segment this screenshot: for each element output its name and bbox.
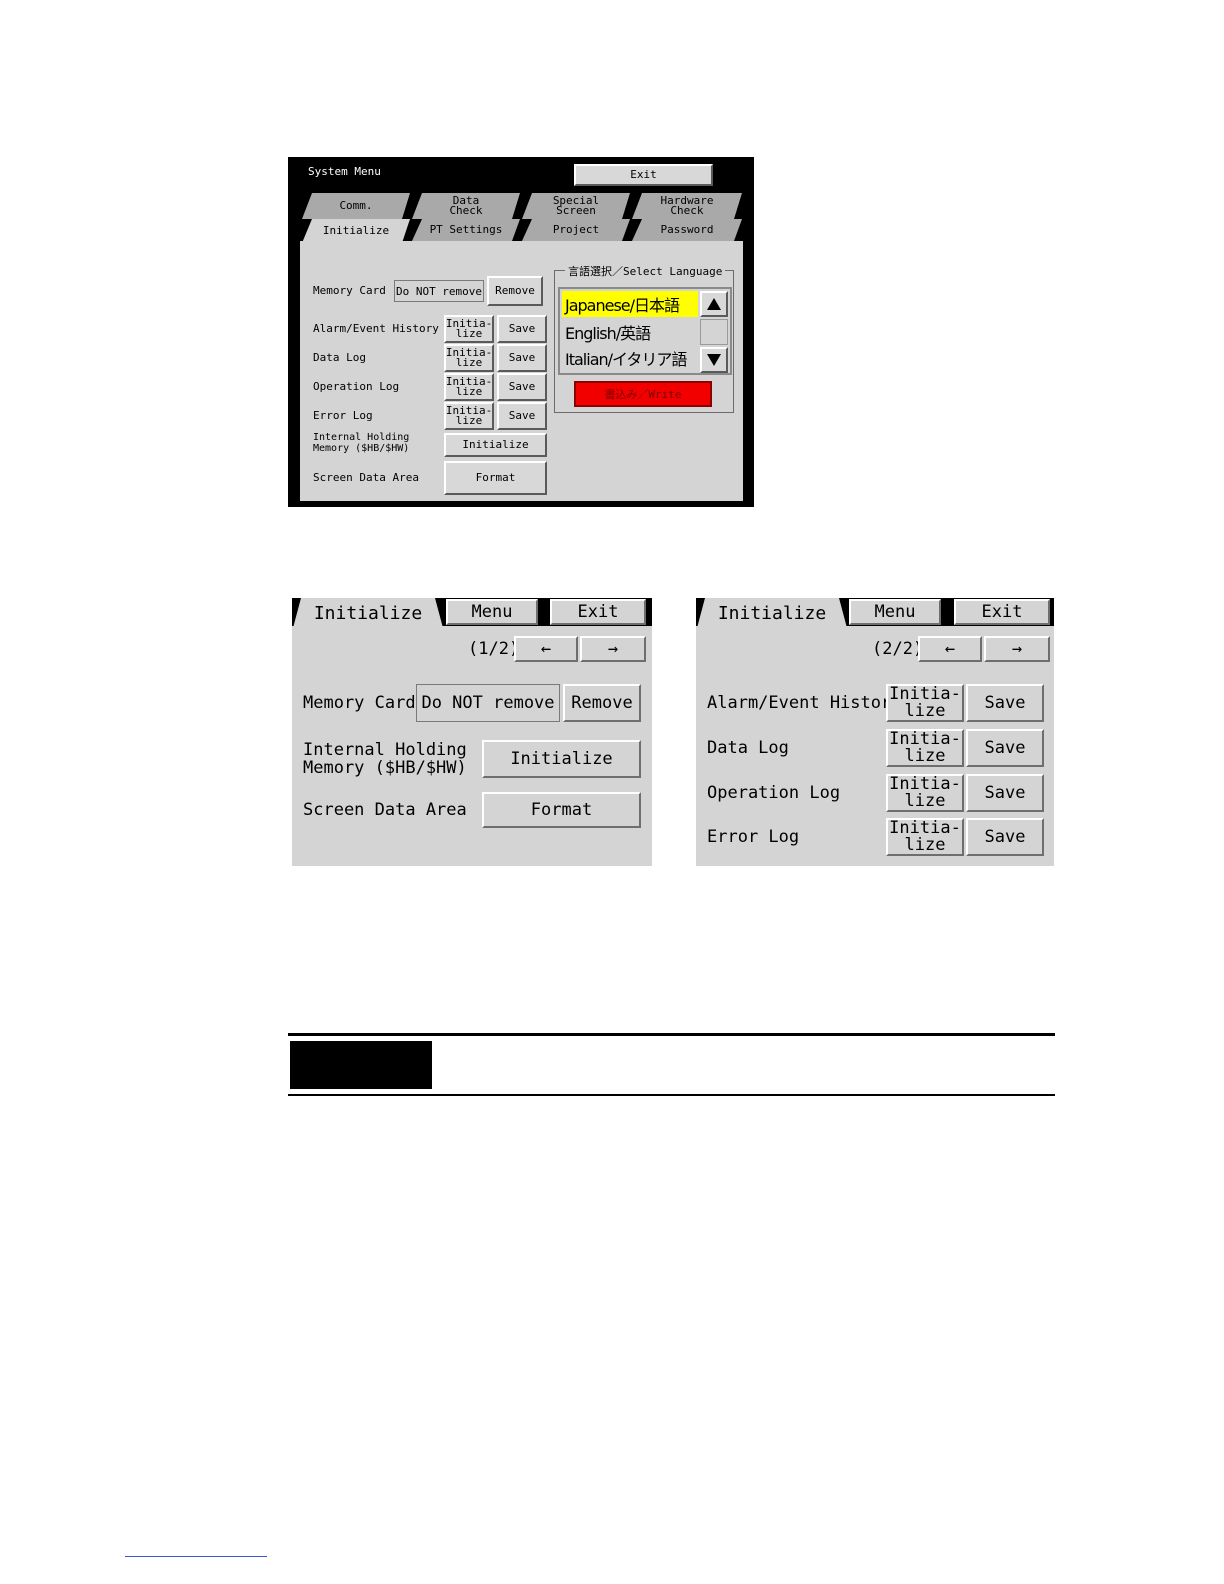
scroll-track[interactable]: [700, 319, 728, 345]
section-rule-top: [288, 1033, 1055, 1036]
triangle-up-icon: [707, 298, 721, 310]
page1-exit-button[interactable]: Exit: [550, 599, 646, 625]
scroll-up-button[interactable]: [700, 291, 728, 317]
page2-exit-button[interactable]: Exit: [954, 599, 1050, 625]
error-log-save-button[interactable]: Save: [497, 402, 547, 430]
scroll-down-button[interactable]: [700, 347, 728, 373]
page2-error-log-initialize-button[interactable]: Initia- lize: [886, 818, 964, 856]
tab-data-check[interactable]: Data Check: [412, 193, 520, 219]
page1-page-indicator: (1/2): [468, 639, 520, 659]
page1-menu-button[interactable]: Menu: [446, 599, 538, 625]
page1-panel: (1/2) ← → Memory Card Do NOT remove Remo…: [292, 626, 652, 866]
tab-hardware-check[interactable]: Hardware Check: [632, 193, 742, 219]
initialize-panel: Memory Card Do NOT remove Remove Alarm/E…: [300, 241, 743, 501]
tab-comm[interactable]: Comm.: [302, 193, 410, 219]
screen-data-area-label: Screen Data Area: [313, 471, 419, 484]
internal-holding-label: Internal Holding Memory ($HB/$HW): [313, 432, 410, 454]
alarm-initialize-button[interactable]: Initia- lize: [444, 315, 494, 343]
page2-panel: (2/2) ← → Alarm/Event History Initia- li…: [696, 626, 1054, 866]
operation-log-initialize-button[interactable]: Initia- lize: [444, 373, 494, 401]
system-menu-title: System Menu: [308, 165, 381, 178]
page2-alarm-initialize-button[interactable]: Initia- lize: [886, 684, 964, 722]
language-legend: 言語選択／Select Language: [565, 263, 726, 279]
page2-data-log-initialize-button[interactable]: Initia- lize: [886, 729, 964, 767]
language-item-italian[interactable]: Italian/イタリア語: [562, 345, 698, 371]
tab-special-screen[interactable]: Special Screen: [522, 193, 630, 219]
page1-remove-button[interactable]: Remove: [563, 684, 641, 722]
page2-menu-button[interactable]: Menu: [849, 599, 941, 625]
page1-internal-holding-label: Internal Holding Memory ($HB/$HW): [303, 740, 467, 778]
page1-initialize-button[interactable]: Initialize: [482, 740, 641, 778]
page1-memory-card-status: Do NOT remove: [416, 684, 560, 722]
exit-button[interactable]: Exit: [574, 164, 713, 186]
error-log-label: Error Log: [313, 409, 373, 422]
page1-tab-initialize[interactable]: Initialize: [293, 598, 443, 628]
page2-alarm-event-history-label: Alarm/Event History: [707, 693, 902, 713]
page2-operation-log-initialize-button[interactable]: Initia- lize: [886, 774, 964, 812]
language-item-english[interactable]: English/英語: [562, 319, 698, 345]
internal-holding-initialize-button[interactable]: Initialize: [444, 433, 547, 457]
note-heading-block: [290, 1041, 432, 1089]
tab-initialize[interactable]: Initialize: [302, 219, 410, 243]
page2-next-button[interactable]: →: [984, 636, 1050, 662]
data-log-save-button[interactable]: Save: [497, 344, 547, 372]
data-log-label: Data Log: [313, 351, 366, 364]
page1-prev-button[interactable]: ←: [514, 636, 578, 662]
tab-pt-settings[interactable]: PT Settings: [412, 219, 520, 241]
page2-operation-log-save-button[interactable]: Save: [966, 774, 1044, 812]
page1-next-button[interactable]: →: [580, 636, 646, 662]
remove-button[interactable]: Remove: [487, 276, 543, 306]
page1-format-button[interactable]: Format: [482, 792, 641, 828]
page2-data-log-save-button[interactable]: Save: [966, 729, 1044, 767]
memory-card-status: Do NOT remove: [394, 280, 484, 302]
page2-prev-button[interactable]: ←: [918, 636, 982, 662]
section-rule-bottom: [288, 1094, 1055, 1096]
tab-project[interactable]: Project: [522, 219, 630, 241]
system-menu-screen: System Menu Exit Comm. Data Check Specia…: [288, 157, 754, 507]
footer-link-underline: [125, 1556, 267, 1557]
page2-page-indicator: (2/2): [872, 639, 924, 659]
language-item-japanese[interactable]: Japanese/日本語: [562, 291, 698, 317]
format-button[interactable]: Format: [444, 461, 547, 495]
data-log-initialize-button[interactable]: Initia- lize: [444, 344, 494, 372]
page2-tab-initialize[interactable]: Initialize: [697, 598, 847, 628]
tab-password[interactable]: Password: [632, 219, 742, 241]
write-language-button[interactable]: 書込み／Write: [574, 381, 712, 407]
alarm-save-button[interactable]: Save: [497, 315, 547, 343]
error-log-initialize-button[interactable]: Initia- lize: [444, 402, 494, 430]
page1-screen-data-area-label: Screen Data Area: [303, 800, 467, 820]
page2-operation-log-label: Operation Log: [707, 783, 841, 803]
triangle-down-icon: [707, 354, 721, 366]
operation-log-label: Operation Log: [313, 380, 400, 393]
page2-alarm-save-button[interactable]: Save: [966, 684, 1044, 722]
page2-error-log-label: Error Log: [707, 827, 800, 847]
alarm-event-history-label: Alarm/Event History: [313, 322, 439, 335]
memory-card-label: Memory Card: [313, 284, 386, 297]
language-list[interactable]: Japanese/日本語 English/英語 Italian/イタリア語: [558, 287, 732, 375]
page2-error-log-save-button[interactable]: Save: [966, 818, 1044, 856]
operation-log-save-button[interactable]: Save: [497, 373, 547, 401]
page1-memory-card-label: Memory Card: [303, 693, 416, 713]
page2-data-log-label: Data Log: [707, 738, 789, 758]
